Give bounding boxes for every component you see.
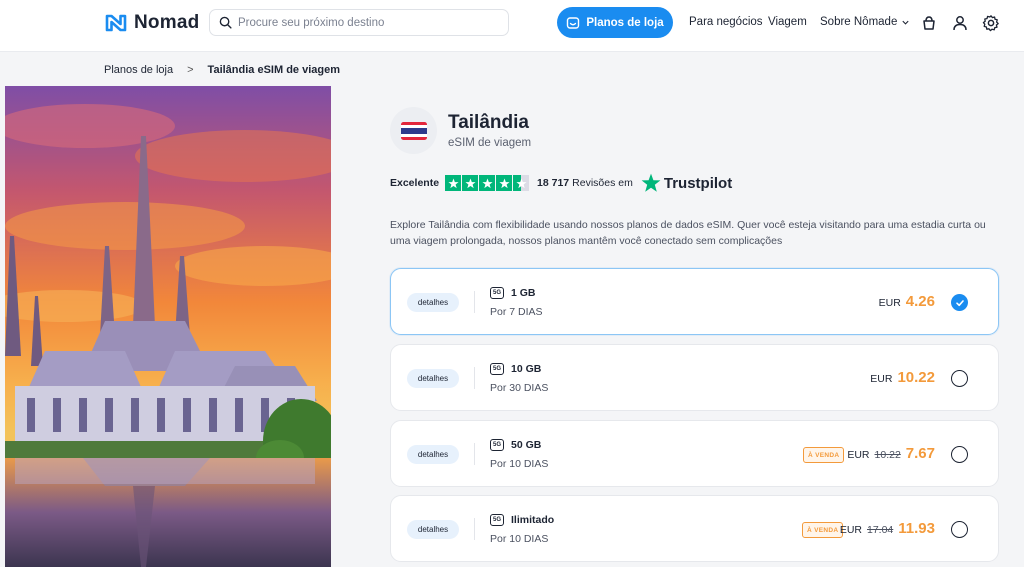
gear-icon[interactable] (982, 14, 1000, 32)
nav-travel-label: Viagem (768, 16, 807, 28)
plan-radio[interactable] (951, 446, 968, 463)
breadcrumb: Planos de loja > Tailândia eSIM de viage… (104, 64, 340, 76)
price-currency: EUR (870, 373, 893, 385)
plan-radio[interactable] (951, 521, 968, 538)
5g-icon: 5G (490, 287, 504, 299)
price-amount: 4.26 (905, 293, 935, 310)
plan-data: 50 GB (511, 439, 542, 451)
cart-icon[interactable] (920, 14, 938, 32)
price-currency: EUR (839, 524, 862, 536)
plan-data: 1 GB (511, 287, 536, 299)
plan-price: EUR 10.22 7.67 (847, 445, 935, 462)
plan-duration: Por 30 DIAS (490, 382, 549, 394)
details-button[interactable]: detalhes (407, 293, 459, 312)
sale-badge: À VENDA (802, 522, 844, 538)
search-icon (219, 16, 232, 29)
destination-description: Explore Tailândia com flexibilidade usan… (390, 219, 986, 247)
destination-hero-image (5, 86, 331, 567)
country-subtitle: eSIM de viagem (448, 137, 532, 149)
search-input[interactable] (238, 16, 488, 29)
user-icon[interactable] (951, 14, 969, 32)
price-currency: EUR (878, 297, 901, 309)
half-star-icon (513, 175, 530, 191)
sale-badge: À VENDA (803, 447, 845, 463)
plan-card-50gb[interactable]: detalhes 5G 50 GB Por 10 DIAS À VENDA EUR… (390, 420, 999, 487)
store-icon (567, 16, 580, 29)
rating-stars (445, 175, 530, 191)
divider (474, 367, 475, 389)
price-amount: 11.93 (898, 520, 935, 537)
trustpilot-star-icon (641, 173, 661, 192)
price-currency: EUR (847, 449, 870, 461)
plan-price: EUR 17.04 11.93 (840, 520, 935, 537)
details-button[interactable]: detalhes (407, 445, 459, 464)
trustpilot-logo: Trustpilot (641, 173, 732, 193)
5g-icon: 5G (490, 363, 504, 375)
price-amount: 7.67 (905, 445, 935, 462)
5g-icon: 5G (490, 514, 504, 526)
nav-travel-link[interactable]: Viagem (768, 16, 807, 28)
breadcrumb-store-plans[interactable]: Planos de loja (104, 64, 173, 76)
old-price: 10.22 (874, 449, 901, 461)
plan-radio-selected[interactable] (951, 294, 968, 311)
divider (474, 291, 475, 313)
search-box[interactable] (209, 9, 509, 36)
country-flag-badge (390, 107, 437, 154)
nomad-logo-icon (105, 14, 127, 32)
nav-business-label: Para negócios (689, 16, 763, 28)
country-title: Tailândia (448, 112, 529, 133)
nav-about-label: Sobre Nômade (820, 16, 898, 28)
star-icon (496, 175, 513, 191)
5g-icon: 5G (490, 439, 504, 451)
plan-duration: Por 10 DIAS (490, 533, 549, 545)
plan-price: EUR 10.22 (870, 369, 935, 386)
rating-label: Excelente (390, 177, 440, 189)
top-navigation-bar: Nomad Planos de loja Para negócios Viage… (0, 0, 1024, 52)
store-plans-label: Planos de loja (586, 16, 664, 29)
store-plans-button[interactable]: Planos de loja (557, 7, 673, 38)
divider (474, 518, 475, 540)
chevron-down-icon (902, 20, 909, 25)
divider (474, 443, 475, 465)
plan-card-10gb[interactable]: detalhes 5G 10 GB Por 30 DIAS EUR 10.22 (390, 344, 999, 411)
thailand-flag-icon (400, 121, 427, 140)
trustpilot-name: Trustpilot (663, 174, 733, 192)
plan-data: Ilimitado (511, 514, 555, 526)
old-price: 17.04 (867, 524, 894, 536)
nav-about-dropdown[interactable]: Sobre Nômade (820, 16, 910, 28)
breadcrumb-separator: > (187, 64, 194, 76)
star-icon (462, 175, 479, 191)
trustpilot-rating[interactable]: Excelente 18 717 Revisões em Trustpilot (390, 173, 732, 193)
price-amount: 10.22 (897, 369, 935, 386)
details-button[interactable]: detalhes (407, 369, 459, 388)
plan-data: 10 GB (511, 363, 542, 375)
star-icon (479, 175, 496, 191)
checkmark-icon (955, 299, 964, 306)
plan-price: EUR 4.26 (879, 293, 935, 310)
breadcrumb-current: Tailândia eSIM de viagem (207, 64, 340, 76)
nav-business-link[interactable]: Para negócios (689, 16, 763, 28)
review-count: 18 717 (537, 177, 570, 189)
brand-name: Nomad (134, 12, 200, 33)
plan-duration: Por 10 DIAS (490, 458, 549, 470)
plan-card-unlimited[interactable]: detalhes 5G Ilimitado Por 10 DIAS À VENDA… (390, 495, 999, 562)
details-button[interactable]: detalhes (407, 520, 459, 539)
plan-duration: Por 7 DIAS (490, 306, 543, 318)
plan-card-1gb[interactable]: detalhes 5G 1 GB Por 7 DIAS EUR 4.26 (390, 268, 999, 335)
reviews-text: Revisões em (572, 177, 633, 189)
star-icon (445, 175, 462, 191)
nomad-logo[interactable]: Nomad (104, 11, 199, 35)
plan-radio[interactable] (951, 370, 968, 387)
